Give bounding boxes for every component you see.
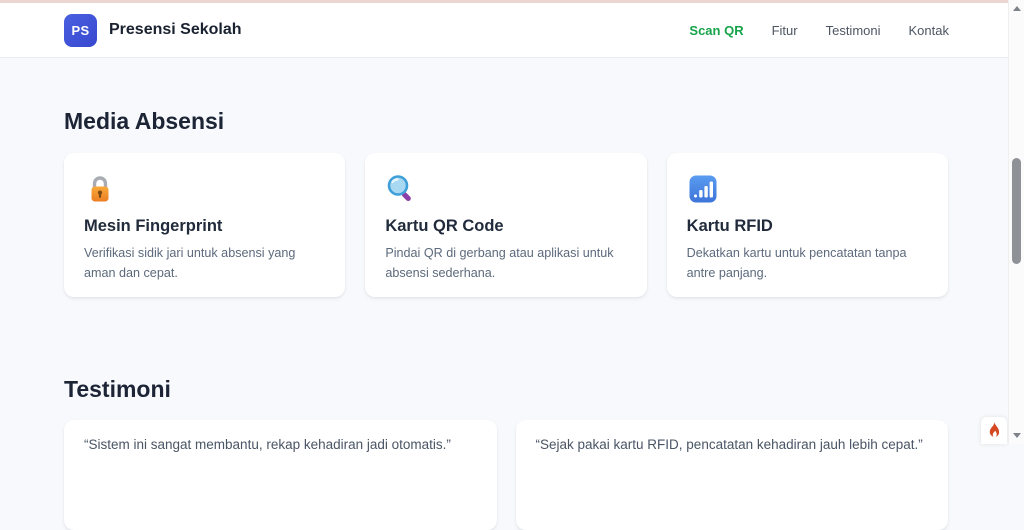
main-nav: Scan QR Fitur Testimoni Kontak bbox=[689, 23, 949, 38]
testimonial-quote: “Sistem ini sangat membantu, rekap kehad… bbox=[84, 437, 451, 452]
card-description: Dekatkan kartu untuk pencatatan tanpa an… bbox=[686, 246, 907, 280]
lock-icon bbox=[91, 176, 109, 202]
brand-name: Presensi Sekolah bbox=[109, 21, 242, 38]
card-title: Mesin Fingerprint bbox=[84, 217, 223, 235]
testimonial-card: “Sejak pakai kartu RFID, pencatatan keha… bbox=[515, 420, 948, 530]
site-header: PS Presensi Sekolah Scan QR Fitur Testim… bbox=[0, 3, 1024, 58]
testimoni-heading: Testimoni bbox=[64, 376, 171, 402]
scrollbar-up-arrow[interactable] bbox=[1013, 6, 1021, 11]
testimonial-quote: “Sejak pakai kartu RFID, pencatatan keha… bbox=[535, 437, 923, 452]
nav-scan-qr[interactable]: Scan QR bbox=[689, 23, 743, 38]
media-absensi-heading: Media Absensi bbox=[64, 108, 225, 134]
signal-bars-icon bbox=[689, 175, 717, 203]
testimonial-cards-grid: “Sistem ini sangat membantu, rekap kehad… bbox=[64, 420, 948, 530]
testimonial-card: “Sistem ini sangat membantu, rekap kehad… bbox=[64, 420, 497, 530]
debug-toolbar-button[interactable] bbox=[981, 417, 1007, 444]
card-title: Kartu RFID bbox=[686, 217, 773, 235]
card-mesin-fingerprint: Mesin Fingerprint Verifikasi sidik jari … bbox=[64, 153, 346, 297]
card-description: Pindai QR di gerbang atau aplikasi untuk… bbox=[385, 246, 614, 280]
card-description: Verifikasi sidik jari untuk absensi yang… bbox=[84, 246, 296, 280]
nav-fitur[interactable]: Fitur bbox=[772, 23, 798, 38]
browser-scrollbar[interactable] bbox=[1008, 0, 1024, 444]
page-content: Media Absensi Mesin Fingerprint Verifika… bbox=[64, 58, 948, 530]
nav-testimoni[interactable]: Testimoni bbox=[826, 23, 881, 38]
nav-kontak[interactable]: Kontak bbox=[909, 23, 949, 38]
ps-logo: PS bbox=[64, 13, 97, 47]
scrollbar-down-arrow[interactable] bbox=[1013, 433, 1021, 438]
card-kartu-rfid: Kartu RFID Dekatkan kartu untuk pencatat… bbox=[666, 153, 948, 297]
brand-home-link[interactable]: PS Presensi Sekolah bbox=[64, 13, 242, 47]
card-kartu-qr-code: Kartu QR Code Pindai QR di gerbang atau … bbox=[365, 153, 647, 297]
magnifier-icon bbox=[388, 175, 412, 202]
card-title: Kartu QR Code bbox=[385, 217, 504, 235]
scrollbar-thumb[interactable] bbox=[1012, 158, 1021, 264]
media-cards-grid: Mesin Fingerprint Verifikasi sidik jari … bbox=[64, 153, 948, 297]
flame-icon bbox=[989, 422, 1000, 437]
